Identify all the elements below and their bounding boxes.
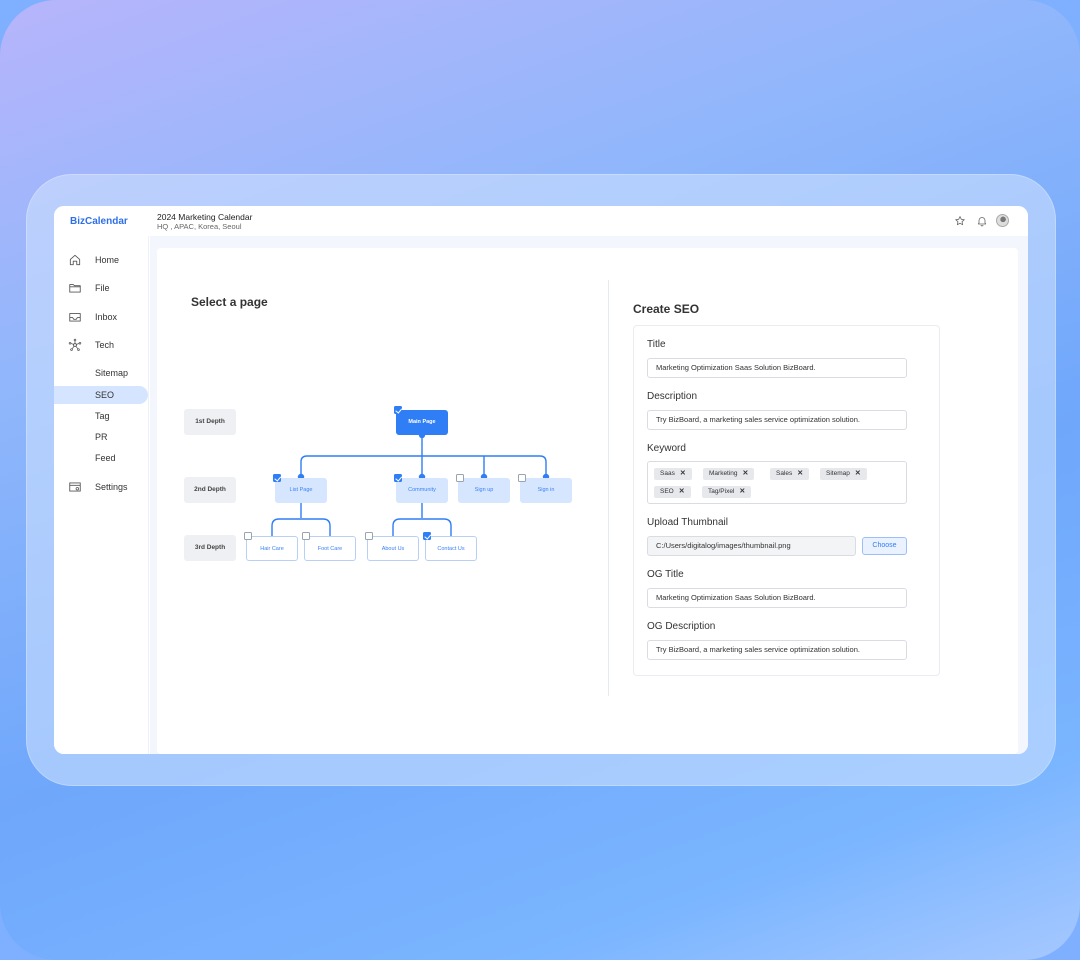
node-hair-care[interactable]: Hair Care: [246, 536, 298, 561]
sidebar-item-label: Home: [95, 255, 120, 265]
remove-chip-icon[interactable]: ✕: [743, 470, 749, 477]
sidebar-subitem-seo[interactable]: SEO: [54, 386, 148, 404]
sidebar-item-label: Inbox: [95, 312, 118, 322]
node-main-page[interactable]: Main Page: [396, 410, 448, 435]
og-title-input[interactable]: Marketing Optimization Saas Solution Biz…: [647, 588, 907, 608]
sidebar-item-file[interactable]: File: [54, 278, 149, 298]
remove-chip-icon[interactable]: ✕: [739, 488, 745, 495]
remove-chip-icon[interactable]: ✕: [679, 488, 685, 495]
og-description-label: OG Description: [647, 621, 716, 632]
sidebar-subitem-pr[interactable]: PR: [54, 428, 148, 446]
description-label: Description: [647, 391, 698, 402]
panel-divider: [608, 280, 609, 696]
depth-label-1: 1st Depth: [184, 409, 236, 435]
title-input[interactable]: Marketing Optimization Saas Solution Biz…: [647, 358, 907, 378]
checkbox-about-us[interactable]: [365, 532, 373, 540]
node-contact-us[interactable]: Contact Us: [425, 536, 477, 561]
sidebar-item-label: Tech: [95, 340, 115, 350]
thumbnail-label: Upload Thumbnail: [647, 517, 728, 528]
top-bar: BizCalendar 2024 Marketing Calendar HQ ,…: [54, 206, 1028, 236]
keyword-chip: Tag/Pixel ✕: [702, 486, 752, 498]
checkbox-hair-care[interactable]: [244, 532, 252, 540]
title-label: Title: [647, 339, 666, 350]
keyword-label: Keyword: [647, 443, 686, 454]
remove-chip-icon[interactable]: ✕: [797, 470, 803, 477]
inbox-icon: [69, 313, 81, 322]
checkbox-sign-in[interactable]: [518, 474, 526, 482]
create-seo-heading: Create SEO: [633, 302, 700, 316]
star-icon[interactable]: [954, 215, 966, 227]
network-icon: [68, 338, 82, 351]
keyword-chip: Marketing ✕: [703, 468, 755, 480]
avatar[interactable]: [996, 214, 1009, 227]
keyword-chip: Sitemap ✕: [820, 468, 867, 480]
home-icon: [69, 254, 81, 266]
select-page-heading: Select a page: [191, 295, 268, 309]
description-input[interactable]: Try BizBoard, a marketing sales service …: [647, 410, 907, 430]
og-title-label: OG Title: [647, 569, 684, 580]
og-description-input[interactable]: Try BizBoard, a marketing sales service …: [647, 640, 907, 660]
node-about-us[interactable]: About Us: [367, 536, 419, 561]
sidebar-subitem-label: SEO: [95, 390, 115, 400]
remove-chip-icon[interactable]: ✕: [855, 470, 861, 477]
project-location: HQ , APAC, Korea, Seoul: [157, 222, 242, 231]
sidebar-item-label: File: [95, 283, 110, 293]
sidebar: Home File Inbox Tech Sitemap SEO Tag PR …: [54, 236, 149, 754]
sidebar-item-label: Settings: [95, 482, 128, 492]
sidebar-item-tech[interactable]: Tech: [54, 335, 149, 355]
project-title: 2024 Marketing Calendar: [157, 212, 253, 222]
node-sign-in[interactable]: Sign in: [520, 478, 572, 503]
thumbnail-path-input[interactable]: C:/Users/digitalog/images/thumbnail.png: [647, 536, 856, 556]
checkbox-community[interactable]: [394, 474, 402, 482]
settings-icon: [69, 482, 81, 492]
bell-icon[interactable]: [976, 215, 988, 227]
node-community[interactable]: Community: [396, 478, 448, 503]
node-foot-care[interactable]: Foot Care: [304, 536, 356, 561]
keyword-chip: SEO ✕: [654, 486, 691, 498]
node-list-page[interactable]: List Page: [275, 478, 327, 503]
sidebar-subitem-label: Sitemap: [95, 368, 129, 378]
sidebar-subitem-label: PR: [95, 432, 108, 442]
sidebar-subitem-sitemap[interactable]: Sitemap: [54, 364, 148, 382]
choose-button[interactable]: Choose: [862, 537, 907, 555]
sidebar-subitem-tag[interactable]: Tag: [54, 407, 148, 425]
folder-icon: [69, 284, 81, 293]
checkbox-main-page[interactable]: [394, 406, 402, 414]
checkbox-contact-us[interactable]: [423, 532, 431, 540]
app-window: BizCalendar 2024 Marketing Calendar HQ ,…: [54, 206, 1028, 754]
depth-label-3: 3rd Depth: [184, 535, 236, 561]
checkbox-list-page[interactable]: [273, 474, 281, 482]
remove-chip-icon[interactable]: ✕: [680, 470, 686, 477]
depth-label-2: 2nd Depth: [184, 477, 236, 503]
node-sign-up[interactable]: Sign up: [458, 478, 510, 503]
keyword-chip: Sales ✕: [770, 468, 810, 480]
sidebar-subitem-feed[interactable]: Feed: [54, 449, 148, 467]
sidebar-subitem-label: Tag: [95, 411, 110, 421]
checkbox-foot-care[interactable]: [302, 532, 310, 540]
sidebar-item-home[interactable]: Home: [54, 250, 149, 270]
checkbox-sign-up[interactable]: [456, 474, 464, 482]
sidebar-subitem-label: Feed: [95, 453, 116, 463]
keyword-chip: Saas ✕: [654, 468, 692, 480]
app-logo[interactable]: BizCalendar: [70, 216, 128, 227]
sidebar-item-settings[interactable]: Settings: [54, 477, 149, 497]
sidebar-item-inbox[interactable]: Inbox: [54, 307, 149, 327]
